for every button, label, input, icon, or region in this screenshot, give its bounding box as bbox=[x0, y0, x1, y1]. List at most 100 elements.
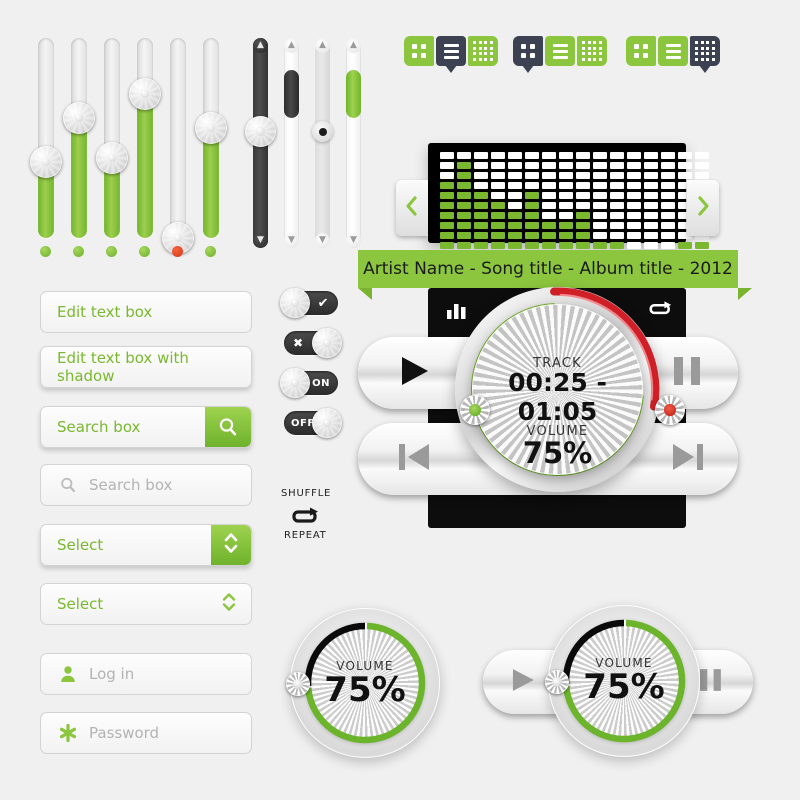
player-volume-value: 75% bbox=[522, 436, 593, 470]
equalizer-segment bbox=[440, 212, 454, 219]
equalizer-next-button[interactable] bbox=[687, 180, 719, 236]
scrollbar-dark-knob[interactable] bbox=[245, 116, 276, 147]
login-field[interactable]: Log in bbox=[40, 653, 252, 695]
equalizer-segment bbox=[576, 182, 590, 189]
select-plain-stepper[interactable] bbox=[217, 584, 241, 624]
slider-knob-4[interactable] bbox=[129, 78, 161, 110]
equalizer-segment bbox=[576, 242, 590, 249]
equalizer-segment bbox=[542, 192, 556, 199]
slider-knob-2[interactable] bbox=[63, 102, 95, 134]
view-switcher-1-dots-view-icon[interactable] bbox=[468, 36, 498, 66]
slider-knob-3[interactable] bbox=[96, 142, 128, 174]
equalizer-segment bbox=[491, 232, 505, 239]
equalizer-column bbox=[644, 152, 658, 259]
scrollbar-green-thumb-arrow-up[interactable]: ▲ bbox=[346, 38, 361, 53]
view-switcher-2-grid-view-icon[interactable] bbox=[513, 36, 543, 73]
equalizer-segment bbox=[678, 242, 692, 249]
volume-knob-player-handle[interactable] bbox=[545, 670, 569, 694]
toggle-off-knob[interactable] bbox=[312, 408, 342, 438]
equalizer-segment bbox=[678, 162, 692, 169]
scrollbar-gray-dot-arrow-up[interactable]: ▲ bbox=[315, 38, 330, 53]
scrollbar-gray-dot-arrow-down[interactable]: ▼ bbox=[315, 233, 330, 248]
player-volume-handle[interactable] bbox=[460, 395, 490, 425]
view-switcher-3-list-view-icon[interactable] bbox=[658, 36, 688, 66]
slider-knob-1[interactable] bbox=[30, 146, 62, 178]
slider-status-dot-6 bbox=[205, 246, 216, 257]
equalizer-segment bbox=[525, 242, 539, 249]
slider-track-3[interactable] bbox=[104, 38, 120, 238]
password-field[interactable]: Password bbox=[40, 712, 252, 754]
search-icon bbox=[41, 476, 85, 495]
scrollbar-gray-dot-handle[interactable] bbox=[312, 121, 333, 142]
pause-button[interactable] bbox=[666, 350, 708, 396]
slider-track-4[interactable] bbox=[137, 38, 153, 238]
equalizer-segment bbox=[559, 242, 573, 249]
slider-track-1[interactable] bbox=[38, 38, 54, 238]
equalizer-segment bbox=[525, 162, 539, 169]
toggle-on-knob[interactable] bbox=[280, 368, 310, 398]
slider-track-5[interactable] bbox=[170, 38, 186, 238]
play-button[interactable] bbox=[392, 350, 434, 396]
scrollbar-light-thumb-arrow-down[interactable]: ▼ bbox=[284, 233, 299, 248]
slider-track-2[interactable] bbox=[71, 38, 87, 238]
view-switcher-1-list-view-icon[interactable] bbox=[436, 36, 466, 73]
search-box-filled[interactable]: Search box bbox=[40, 406, 252, 448]
scrollbar-green-thumb-thumb[interactable] bbox=[346, 70, 361, 118]
scrollbar-dark-arrow-down[interactable]: ▼ bbox=[253, 233, 268, 248]
equalizer-segment bbox=[491, 182, 505, 189]
equalizer-segment bbox=[457, 242, 471, 249]
equalizer-segment bbox=[508, 172, 522, 179]
mini-play-button[interactable] bbox=[503, 661, 541, 703]
slider-status-dot-3 bbox=[106, 246, 117, 257]
scrollbar-light-thumb-thumb[interactable] bbox=[284, 70, 299, 118]
repeat-icon[interactable] bbox=[291, 507, 321, 531]
equalizer-segment bbox=[525, 202, 539, 209]
equalizer-segment bbox=[457, 212, 471, 219]
slider-fill-2 bbox=[71, 118, 87, 238]
banner-wing-left bbox=[358, 288, 372, 300]
equalizer-segment bbox=[695, 162, 709, 169]
scrollbar-dark-arrow-up[interactable]: ▲ bbox=[253, 38, 268, 53]
search-button[interactable] bbox=[205, 407, 251, 447]
equalizer-segment bbox=[627, 182, 641, 189]
equalizer-prev-button[interactable] bbox=[396, 180, 428, 236]
player-track-handle[interactable] bbox=[655, 395, 685, 425]
equalizer-segment bbox=[491, 152, 505, 159]
scrollbar-green-thumb-arrow-down[interactable]: ▼ bbox=[346, 233, 361, 248]
previous-icon bbox=[399, 444, 429, 470]
view-switcher-3-dots-view-icon[interactable] bbox=[690, 36, 720, 73]
equalizer-segment bbox=[525, 212, 539, 219]
equalizer-segment bbox=[559, 222, 573, 229]
search-box-empty[interactable]: Search box bbox=[40, 464, 252, 506]
equalizer-segment bbox=[457, 182, 471, 189]
volume-knob-standalone-handle[interactable] bbox=[286, 672, 310, 696]
toggle-cross-knob[interactable] bbox=[312, 328, 342, 358]
equalizer-segment bbox=[457, 172, 471, 179]
next-button[interactable] bbox=[666, 436, 710, 482]
scrollbar-gray-dot[interactable] bbox=[315, 38, 330, 248]
view-switcher-2-dots-view-icon[interactable] bbox=[577, 36, 607, 66]
equalizer-segment bbox=[644, 242, 658, 249]
active-pointer bbox=[445, 65, 457, 73]
equalizer-segment bbox=[661, 152, 675, 159]
select-green[interactable]: Select bbox=[40, 524, 252, 566]
equalizer-column bbox=[661, 152, 675, 259]
previous-button[interactable] bbox=[392, 436, 436, 482]
equalizer-segment bbox=[542, 212, 556, 219]
equalizer-segment bbox=[559, 172, 573, 179]
view-switcher-2-list-view-icon[interactable] bbox=[545, 36, 575, 66]
edit-text-box[interactable]: Edit text box bbox=[40, 291, 252, 333]
equalizer-segment bbox=[542, 162, 556, 169]
slider-knob-6[interactable] bbox=[195, 112, 227, 144]
view-switcher-1-grid-view-icon[interactable] bbox=[404, 36, 434, 66]
equalizer-segment bbox=[474, 202, 488, 209]
select-plain[interactable]: Select bbox=[40, 583, 252, 625]
equalizer-segment bbox=[525, 222, 539, 229]
equalizer-segment bbox=[593, 242, 607, 249]
equalizer-segment bbox=[610, 212, 624, 219]
scrollbar-light-thumb-arrow-up[interactable]: ▲ bbox=[284, 38, 299, 53]
view-switcher-3-grid-view-icon[interactable] bbox=[626, 36, 656, 66]
edit-text-box-shadow[interactable]: Edit text box with shadow bbox=[40, 346, 252, 388]
toggle-check-knob[interactable] bbox=[280, 288, 310, 318]
select-green-stepper[interactable] bbox=[211, 525, 251, 565]
